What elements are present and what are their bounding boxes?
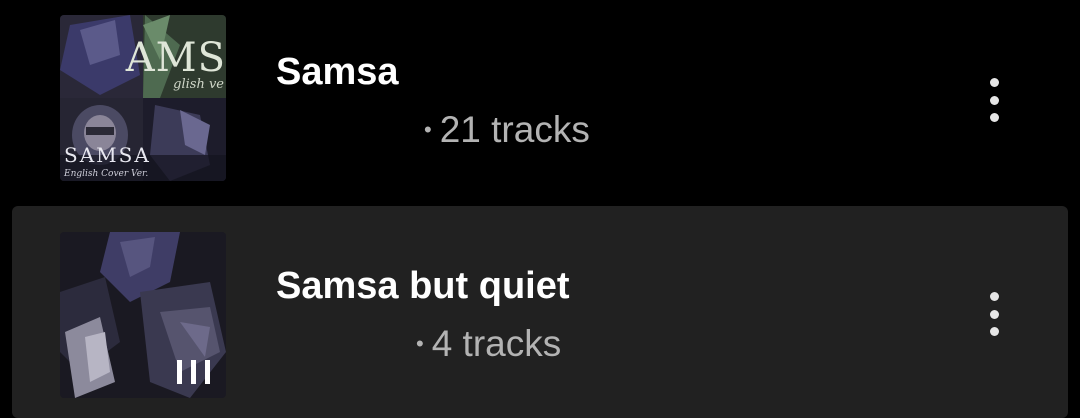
playlist-row[interactable]: AMS glish ve SAMSA English Cover Ver. Sa…	[12, 0, 1068, 200]
playlist-subtitle: • 21 tracks	[276, 108, 590, 152]
more-vert-icon[interactable]	[984, 78, 1004, 122]
track-count: 4 tracks	[431, 323, 562, 364]
playlist-row-selected[interactable]: Samsa but quiet • 4 tracks	[12, 206, 1068, 418]
separator-dot: •	[424, 117, 432, 142]
equalizer-bars-icon	[177, 360, 210, 384]
playlist-list: AMS glish ve SAMSA English Cover Ver. Sa…	[0, 0, 1080, 418]
playlist-title: Samsa but quiet	[276, 265, 570, 307]
owner-name-redacted	[276, 115, 424, 145]
more-vert-icon[interactable]	[984, 292, 1004, 336]
playlist-subtitle: • 4 tracks	[276, 322, 561, 366]
separator-dot: •	[416, 331, 424, 356]
cover-subtext: English Cover Ver.	[64, 169, 149, 179]
cover-subtext: glish ve	[173, 77, 224, 92]
playlist-cover-art: AMS glish ve SAMSA English Cover Ver.	[60, 15, 226, 181]
playlist-cover-art	[60, 232, 226, 398]
cover-text: AMS	[125, 35, 226, 81]
owner-name-redacted	[276, 329, 416, 359]
cover-text: SAMSA	[64, 143, 151, 167]
playlist-title: Samsa	[276, 51, 399, 93]
track-count: 21 tracks	[439, 109, 590, 150]
